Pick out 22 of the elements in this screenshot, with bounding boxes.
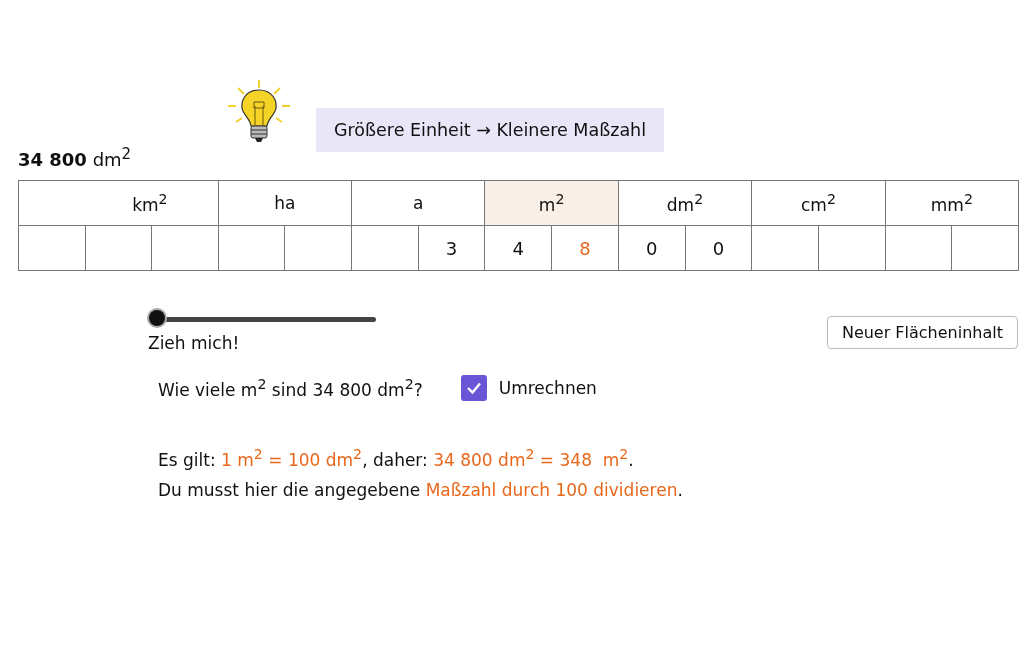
explanation-text: Es gilt: 1 m$^{2}$ = 100 dm$^{2}$, daher: 34 800 dm$^{2}$ = 348 m$^{2}$. [158, 445, 635, 472]
unit-header: cm$^{2}$ [752, 181, 885, 226]
rule-banner: Größere Einheit → Kleinere Maßzahl [316, 108, 665, 152]
unit-header: mm$^{2}$ [885, 181, 1019, 226]
unit-header: ha [218, 181, 351, 226]
explanation-text: Du musst hier die angegebene Maßzahl durch 100 dividieren. [158, 478, 684, 502]
table-cell: 0 [618, 226, 686, 270]
table-cell: 4 [485, 226, 553, 270]
new-area-button[interactable]: Neuer Flächeninhalt [826, 316, 1018, 349]
checkbox-label[interactable]: Umrechnen [498, 378, 597, 398]
question-text: Wie viele m$^{2}$ sind 34 800 dm$^{2}$? [158, 376, 423, 400]
unit-header: dm$^{2}$ [618, 181, 752, 226]
checkbox[interactable] [460, 375, 487, 401]
unit-header: a [352, 181, 485, 226]
slider-label: Zieh mich! [148, 333, 241, 353]
slider-thumb[interactable] [149, 309, 165, 326]
table-cell-text: 8 [578, 236, 592, 261]
table-cell-text: 3 [444, 236, 459, 261]
unit-header: m$^{2}$ [485, 181, 618, 226]
area-value: 34 800 dm$^{2}$ [18, 149, 132, 170]
unit-header: km$^{2}$ [19, 181, 218, 226]
table-cell-text: 0 [711, 236, 726, 261]
